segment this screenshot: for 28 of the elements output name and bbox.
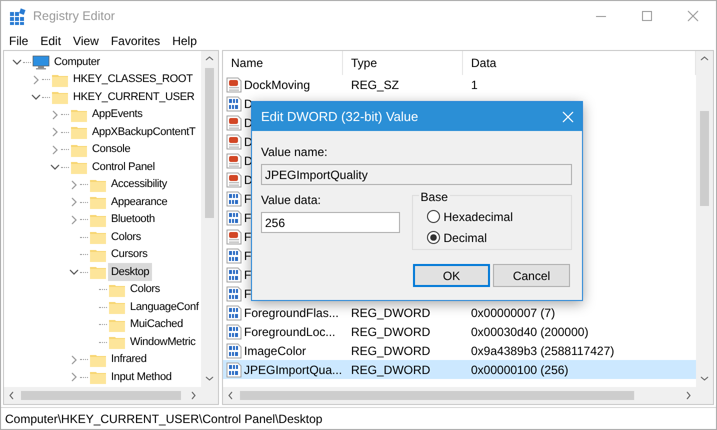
radio-label: Hexadecimal: [444, 208, 513, 226]
value-name: F: [244, 286, 252, 303]
field-label: Value data:: [261, 192, 322, 210]
value-name: ImageColor: [244, 342, 306, 360]
value-name: F: [244, 248, 252, 265]
value-type: REG_SZ: [350, 76, 400, 94]
value-type: REG_DWORD: [350, 304, 432, 322]
value-name: JPEGImportQua...: [244, 362, 342, 379]
value-type: REG_DWORD: [350, 362, 432, 379]
value-type: REG_DWORD: [350, 342, 432, 360]
value-name: F: [244, 266, 252, 284]
window-title: Registry Editor: [33, 8, 115, 25]
value-data: 0x00000100 (256): [470, 362, 570, 379]
value-type: REG_DWORD: [350, 324, 432, 341]
value-data: 0x00000007 (7): [470, 304, 556, 322]
value-name: ForegroundLoc...: [244, 324, 336, 341]
value-data: 0x9a4389b3 (2588117427): [470, 342, 616, 360]
value-name: ForegroundFlas...: [244, 304, 339, 322]
field-label: Value name:: [261, 144, 328, 162]
value-data: 1: [470, 76, 479, 94]
value-name: F: [244, 190, 252, 208]
value-name: F: [244, 228, 252, 246]
value-name: DockMoving: [244, 76, 310, 94]
value-name: F: [244, 210, 252, 227]
radio-label: Decimal: [444, 230, 487, 247]
status-path: Computer\HKEY_CURRENT_USER\Control Panel\Desktop: [5, 410, 322, 428]
dialog-title: Edit DWORD (32-bit) Value: [261, 108, 418, 126]
value-data: 0x00030d40 (200000): [470, 324, 590, 341]
